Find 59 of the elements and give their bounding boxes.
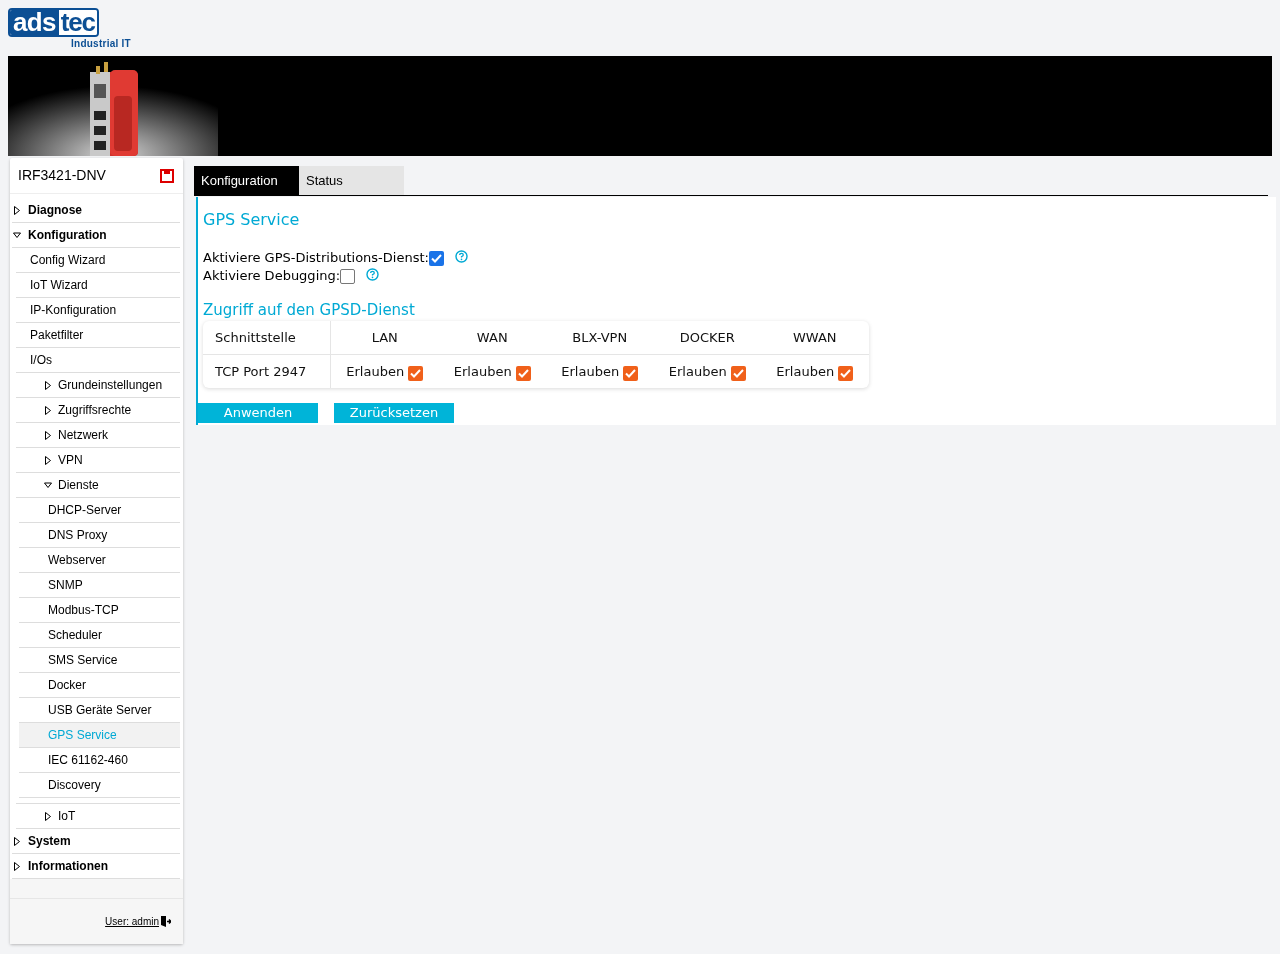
logout-icon: [161, 916, 171, 927]
nav-item[interactable]: Modbus-TCP: [48, 601, 119, 619]
nav-item[interactable]: Zugriffsrechte: [58, 401, 132, 419]
column-header: BLX-VPN: [572, 328, 628, 347]
save-icon: [160, 168, 174, 183]
help-icon: [366, 267, 380, 281]
help-icon: [454, 249, 468, 263]
nav-item[interactable]: System: [28, 832, 71, 850]
section-title: Zugriff auf den GPSD-Dienst: [203, 301, 416, 319]
nav-item[interactable]: Discovery: [48, 776, 101, 794]
tagline: Industrial IT: [71, 38, 132, 50]
nav-item[interactable]: Docker: [48, 676, 86, 694]
nav-item[interactable]: DNS Proxy: [48, 526, 108, 544]
table-cell-text: Erlauben: [346, 362, 405, 381]
checkbox[interactable]: [730, 365, 746, 381]
nav-item[interactable]: Diagnose: [28, 201, 82, 219]
nav-item[interactable]: Grundeinstellungen: [58, 376, 163, 394]
column-header: DOCKER: [679, 328, 735, 347]
nav-item[interactable]: Scheduler: [48, 626, 103, 644]
nav-item[interactable]: IP-Konfiguration: [30, 301, 117, 319]
table-cell-text: Erlauben: [776, 362, 835, 381]
nav-item[interactable]: SNMP: [48, 576, 83, 594]
checkbox[interactable]: [838, 365, 854, 381]
nav-item[interactable]: Config Wizard: [30, 251, 106, 269]
nav-item[interactable]: Netzwerk: [58, 426, 108, 444]
checkbox[interactable]: [428, 250, 444, 266]
option-label: Aktiviere GPS-Distributions-Dienst:: [203, 249, 429, 268]
nav-item[interactable]: USB Geräte Server: [48, 701, 152, 719]
nav-item[interactable]: IoT: [58, 807, 76, 825]
table-cell-text: TCP Port 2947: [215, 362, 307, 381]
nav-item[interactable]: Informationen: [28, 857, 108, 875]
nav-item[interactable]: SMS Service: [48, 651, 118, 669]
user-link[interactable]: User: admin: [105, 914, 159, 929]
checkbox[interactable]: [515, 365, 531, 381]
nav-item[interactable]: Paketfilter: [30, 326, 84, 344]
checkbox[interactable]: [340, 268, 356, 284]
logo: ads tec: [8, 8, 99, 37]
nav-item[interactable]: IEC 61162-460: [48, 751, 128, 769]
column-header: WWAN: [792, 328, 837, 347]
column-header: Schnittstelle: [215, 328, 296, 347]
nav-item[interactable]: VPN: [58, 451, 83, 469]
section-title: GPS Service: [203, 209, 301, 231]
column-header: WAN: [476, 328, 508, 347]
tab[interactable]: Konfiguration: [194, 166, 299, 195]
device-name: IRF3421-DNV: [18, 166, 106, 185]
column-header: LAN: [371, 328, 398, 347]
nav-item[interactable]: Webserver: [48, 551, 106, 569]
checkbox[interactable]: [408, 365, 424, 381]
table-cell-text: Erlauben: [561, 362, 620, 381]
nav-item[interactable]: Dienste: [58, 476, 99, 494]
nav-item[interactable]: Konfiguration: [28, 226, 107, 244]
option-label: Aktiviere Debugging:: [203, 267, 341, 286]
checkbox[interactable]: [623, 365, 639, 381]
nav-item[interactable]: I/Os: [30, 351, 52, 369]
tab[interactable]: Status: [299, 166, 404, 195]
nav-item[interactable]: IoT Wizard: [30, 276, 88, 294]
table-cell-text: Erlauben: [453, 362, 512, 381]
nav-item[interactable]: DHCP-Server: [48, 501, 122, 519]
table-cell-text: Erlauben: [668, 362, 727, 381]
